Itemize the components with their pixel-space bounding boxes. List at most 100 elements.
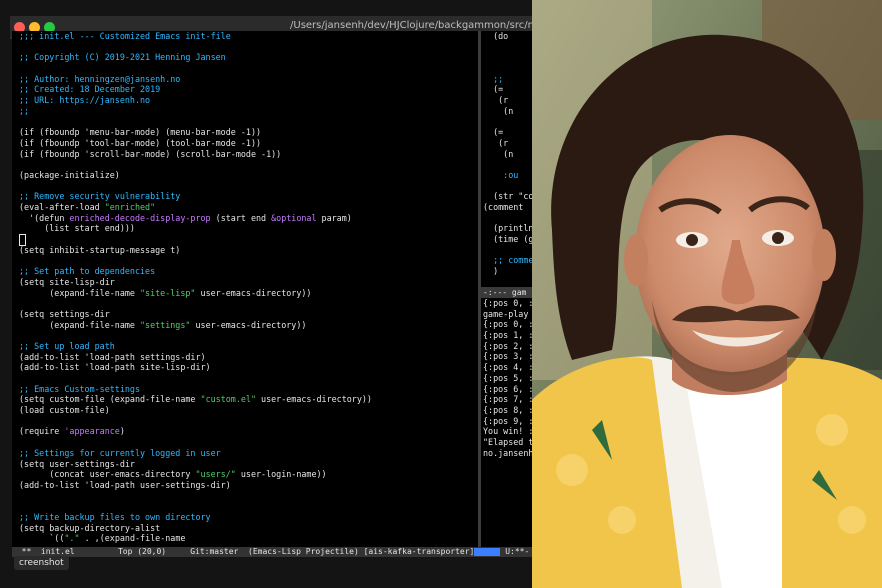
code-line[interactable]: (add-to-list 'load-path user-settings-di… xyxy=(19,480,478,491)
code-line[interactable]: (if (fboundp 'scroll-bar-mode) (scroll-b… xyxy=(19,149,478,160)
code-line[interactable]: (add-to-list 'load-path site-lisp-dir) xyxy=(19,362,478,373)
right-mode-line: -:--- gam {:pos 0, : game-play {:pos 0, :{… xyxy=(481,287,532,459)
code-line[interactable]: (list start end))) xyxy=(19,223,478,234)
code-line[interactable]: ;; Copyright (C) 2019-2021 Henning Janse… xyxy=(19,52,478,63)
code-line[interactable] xyxy=(19,63,478,74)
code-line[interactable]: ;; xyxy=(19,106,478,117)
right-code-pane[interactable]: (do ;; (= (r (n (= (r (n :ou (str "con(c… xyxy=(481,31,532,277)
code-line[interactable]: (if (fboundp 'menu-bar-mode) (menu-bar-m… xyxy=(19,127,478,138)
repl-output-line[interactable]: {:pos 4, : xyxy=(481,362,532,373)
code-line[interactable]: ;; Remove security vulnerability xyxy=(19,191,478,202)
code-line[interactable]: (setq user-settings-dir xyxy=(19,459,478,470)
right-code-line[interactable] xyxy=(481,213,532,224)
code-line[interactable] xyxy=(19,42,478,53)
repl-output-line[interactable]: {:pos 7, : xyxy=(481,394,532,405)
code-line[interactable] xyxy=(19,437,478,448)
code-line[interactable]: (load custom-file) xyxy=(19,405,478,416)
right-code-line[interactable]: (println xyxy=(481,223,532,234)
code-line[interactable]: ;; Write backup files to own directory xyxy=(19,512,478,523)
code-line[interactable] xyxy=(19,117,478,128)
code-line[interactable]: (package-initialize) xyxy=(19,170,478,181)
mode-line-text: ** init.el Top (20,0) Git:master (Emacs-… xyxy=(12,547,475,556)
editor-buffer-right[interactable]: (do ;; (= (r (n (= (r (n :ou (str "con(c… xyxy=(481,31,532,547)
code-line[interactable]: (setq backup-directory-alist xyxy=(19,523,478,534)
repl-output-line[interactable]: "Elapsed t xyxy=(481,437,532,448)
code-line[interactable]: ;;; init.el --- Customized Emacs init-fi… xyxy=(19,31,478,42)
screenshot-tooltip: creenshot xyxy=(14,556,69,570)
code-line[interactable]: ;; Set up load path xyxy=(19,341,478,352)
code-line[interactable]: (setq site-lisp-dir xyxy=(19,277,478,288)
code-line[interactable]: ;; URL: https://jansenh.no xyxy=(19,95,478,106)
right-mode-line-text: -:--- gam xyxy=(483,288,527,297)
code-line[interactable]: (concat user-emacs-directory "users/" us… xyxy=(19,469,478,480)
repl-output-line[interactable]: {:pos 0, : xyxy=(481,319,532,330)
repl-output-line[interactable]: {:pos 3, : xyxy=(481,351,532,362)
code-line[interactable] xyxy=(19,501,478,512)
right-code-line[interactable]: (= xyxy=(481,127,532,138)
right-code-line[interactable]: (n xyxy=(481,149,532,160)
code-line[interactable] xyxy=(19,234,478,247)
repl-output-line[interactable]: {:pos 9, : xyxy=(481,416,532,427)
code-line[interactable]: (add-to-list 'load-path settings-dir) xyxy=(19,352,478,363)
right-code-line[interactable] xyxy=(481,159,532,170)
code-line[interactable] xyxy=(19,416,478,427)
mode-line: ** init.el Top (20,0) Git:master (Emacs-… xyxy=(12,547,532,557)
repl-output-line[interactable]: {:pos 1, : xyxy=(481,330,532,341)
mode-line-accent xyxy=(474,547,501,556)
code-line[interactable]: (require 'appearance) xyxy=(19,426,478,437)
code-line[interactable]: (if (fboundp 'tool-bar-mode) (tool-bar-m… xyxy=(19,138,478,149)
repl-output-pane[interactable]: {:pos 0, : game-play {:pos 0, : {:pos 1, :{… xyxy=(481,298,532,459)
repl-output-line[interactable]: {:pos 6, : xyxy=(481,384,532,395)
code-line[interactable]: '(defun enriched-decode-display-prop (st… xyxy=(19,213,478,224)
right-code-line[interactable] xyxy=(481,245,532,256)
right-code-line[interactable]: (str "con xyxy=(481,191,532,202)
portrait-photo xyxy=(532,0,882,588)
code-line[interactable] xyxy=(19,491,478,502)
right-code-line[interactable]: (time (ga xyxy=(481,234,532,245)
code-line[interactable] xyxy=(19,181,478,192)
code-line[interactable] xyxy=(19,330,478,341)
code-line[interactable] xyxy=(19,255,478,266)
right-code-line[interactable]: ;; comme xyxy=(481,255,532,266)
right-code-line[interactable]: (do xyxy=(481,31,532,42)
right-code-line[interactable] xyxy=(481,181,532,192)
right-code-line[interactable] xyxy=(481,63,532,74)
code-line[interactable]: (eval-after-load "enriched" xyxy=(19,202,478,213)
code-line[interactable]: (expand-file-name "settings" user-emacs-… xyxy=(19,320,478,331)
repl-output-line[interactable]: You win! : xyxy=(481,426,532,437)
right-code-line[interactable] xyxy=(481,42,532,53)
right-code-line[interactable]: (r xyxy=(481,138,532,149)
right-code-line[interactable]: ;; xyxy=(481,74,532,85)
repl-output-line[interactable]: {:pos 8, : xyxy=(481,405,532,416)
right-code-line[interactable]: (comment xyxy=(481,202,532,213)
code-line[interactable]: ;; Set path to dependencies xyxy=(19,266,478,277)
repl-output-line[interactable]: no.jansenh xyxy=(481,448,532,459)
repl-output-line[interactable]: {:pos 0, : xyxy=(481,298,532,309)
code-line[interactable]: (setq custom-file (expand-file-name "cus… xyxy=(19,394,478,405)
window-title: /Users/jansenh/dev/HJClojure/backgammon/… xyxy=(290,20,532,31)
code-line[interactable]: (setq inhibit-startup-message t) xyxy=(19,245,478,256)
right-code-line[interactable]: ) xyxy=(481,266,532,277)
code-line[interactable]: ;; Settings for currently logged in user xyxy=(19,448,478,459)
right-code-line[interactable]: :ou xyxy=(481,170,532,181)
right-code-line[interactable] xyxy=(481,52,532,63)
right-code-line[interactable]: (n xyxy=(481,106,532,117)
emacs-window: /Users/jansenh/dev/HJClojure/backgammon/… xyxy=(0,0,532,588)
right-code-line[interactable]: (= xyxy=(481,84,532,95)
code-line[interactable] xyxy=(19,298,478,309)
code-line[interactable] xyxy=(19,159,478,170)
editor-buffer-init-el[interactable]: ;;; init.el --- Customized Emacs init-fi… xyxy=(12,31,478,547)
code-line[interactable] xyxy=(19,373,478,384)
repl-output-line[interactable]: game-play xyxy=(481,309,532,320)
right-code-line[interactable]: (r xyxy=(481,95,532,106)
code-line[interactable]: ;; Created: 18 December 2019 xyxy=(19,84,478,95)
portrait-image xyxy=(532,0,882,588)
repl-output-line[interactable]: {:pos 5, : xyxy=(481,373,532,384)
code-line[interactable]: (setq settings-dir xyxy=(19,309,478,320)
code-line[interactable]: `(("." . ,(expand-file-name xyxy=(19,533,478,544)
repl-output-line[interactable]: {:pos 2, : xyxy=(481,341,532,352)
code-line[interactable]: ;; Emacs Custom-settings xyxy=(19,384,478,395)
right-code-line[interactable] xyxy=(481,117,532,128)
code-line[interactable]: ;; Author: henningzen@jansenh.no xyxy=(19,74,478,85)
code-line[interactable]: (expand-file-name "site-lisp" user-emacs… xyxy=(19,288,478,299)
